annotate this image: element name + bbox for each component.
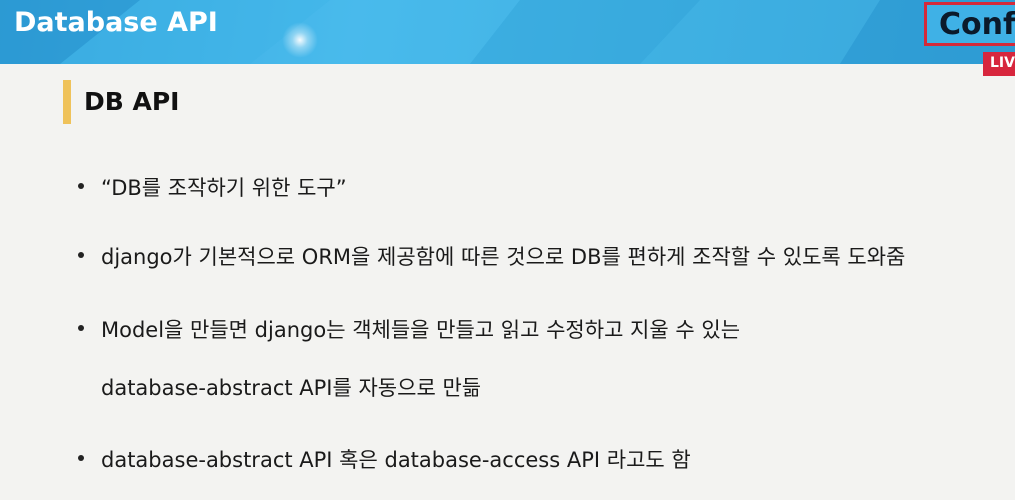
conference-logo-box: Conf: [924, 2, 1015, 46]
header-light-flare: [282, 22, 318, 58]
bullet-dot-icon: [78, 183, 84, 189]
slide-header: Database API: [0, 0, 1015, 64]
bullet-dot-icon: [78, 325, 84, 331]
section-accent-bar: [63, 80, 71, 124]
bullet-dot-icon: [78, 252, 84, 258]
bullet-continuation-text: database-abstract API를 자동으로 만듦: [101, 376, 482, 400]
bullet-text: Model을 만들면 django는 객체들을 만들고 읽고 수정하고 지울 수…: [101, 318, 741, 342]
bullet-text: database-abstract API 혹은 database-access…: [101, 448, 691, 472]
bullet-dot-icon: [78, 455, 84, 461]
bullet-text: django가 기본적으로 ORM을 제공함에 따른 것으로 DB를 편하게 조…: [101, 245, 906, 269]
slide: Database API Conf LIV DB API “DB를 조작하기 위…: [0, 0, 1015, 500]
live-badge-label: LIV: [990, 55, 1015, 71]
slide-title: Database API: [14, 7, 218, 38]
bullet-text: “DB를 조작하기 위한 도구”: [101, 176, 347, 200]
conference-logo-text: Conf: [939, 7, 1015, 42]
live-badge: LIV: [983, 52, 1015, 76]
section-title: DB API: [84, 87, 180, 116]
